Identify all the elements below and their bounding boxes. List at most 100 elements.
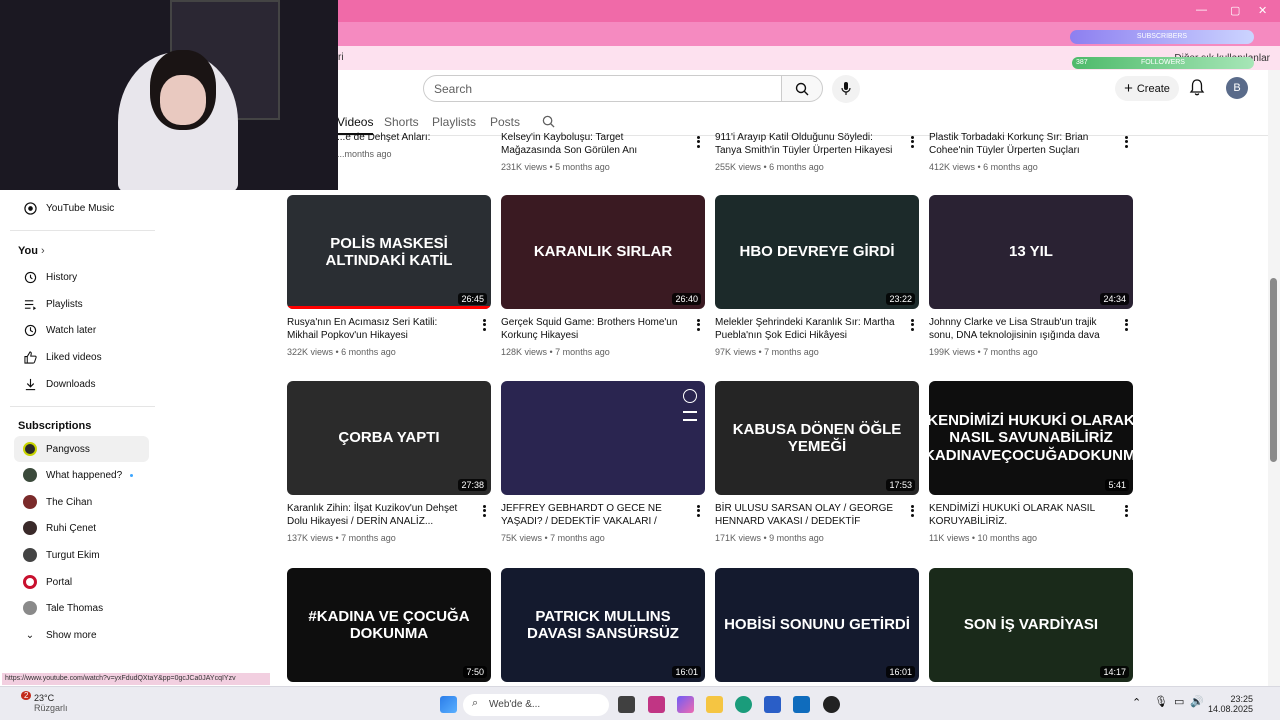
video-title[interactable]: BİR ULUSU SARSAN OLAY / GEORGE HENNARD V… bbox=[715, 502, 895, 528]
system-clock[interactable]: 23:25 14.08.2025 bbox=[1208, 694, 1253, 714]
chevron-up-icon[interactable]: ⌃ bbox=[1132, 696, 1141, 709]
sidebar-sub-the-cihan[interactable]: The Cihan bbox=[14, 489, 149, 515]
tab-shorts[interactable]: Shorts bbox=[384, 115, 419, 129]
more-options-icon[interactable] bbox=[909, 504, 915, 518]
video-title[interactable]: Johnny Clarke ve Lisa Straub'un trajik s… bbox=[929, 316, 1109, 342]
video-thumbnail[interactable] bbox=[501, 381, 705, 495]
close-icon[interactable]: ✕ bbox=[1258, 4, 1267, 17]
channel-search-icon[interactable] bbox=[542, 115, 555, 128]
maximize-icon[interactable]: ▢ bbox=[1230, 4, 1240, 17]
video-title[interactable]: 911'i Arayıp Katil Olduğunu Söyledi: Tan… bbox=[715, 131, 895, 157]
video-title[interactable]: Melekler Şehrindeki Karanlık Sır: Martha… bbox=[715, 316, 895, 342]
bookmark-item[interactable]: ri bbox=[338, 52, 344, 63]
video-title[interactable]: JEFFREY GEBHARDT O GECE NE YAŞADI? / DED… bbox=[501, 502, 681, 528]
more-options-icon[interactable] bbox=[1123, 135, 1129, 149]
sidebar-item-downloads[interactable]: Downloads bbox=[14, 371, 149, 397]
more-options-icon[interactable] bbox=[695, 504, 701, 518]
video-card[interactable]: JEFFREY GEBHARDT O GECE NE YAŞADI? / DED… bbox=[501, 381, 705, 543]
add-to-queue-icon[interactable] bbox=[683, 411, 697, 421]
more-options-icon[interactable] bbox=[1123, 504, 1129, 518]
task-view-icon[interactable] bbox=[618, 696, 635, 713]
scrollbar[interactable] bbox=[1268, 70, 1280, 686]
sidebar-item-watch-later[interactable]: Watch later bbox=[14, 317, 149, 343]
start-menu-icon[interactable] bbox=[440, 696, 457, 713]
sidebar-sub-turgut-ekim[interactable]: Turgut Ekim bbox=[14, 542, 149, 568]
video-card[interactable]: ...e de Dehşet Anları: Richard ...months… bbox=[287, 131, 487, 159]
video-thumbnail[interactable]: HOBİSİ SONUNU GETİRDİ 16:01 bbox=[715, 568, 919, 682]
video-thumbnail[interactable]: KENDİMİZİ HUKUKİ OLARAK NASIL SAVUNABİLİ… bbox=[929, 381, 1133, 495]
more-options-icon[interactable] bbox=[1123, 318, 1129, 332]
video-card[interactable]: PATRICK MULLINS DAVASI SANSÜRSÜZ 16:01 bbox=[501, 568, 705, 682]
video-card[interactable]: 13 YIL 24:34 Johnny Clarke ve Lisa Straub'… bbox=[929, 195, 1133, 357]
video-thumbnail[interactable]: HBO DEVREYE GİRDİ 23:22 bbox=[715, 195, 919, 309]
notifications-bell-icon[interactable] bbox=[1189, 79, 1205, 96]
video-card[interactable]: Plastik Torbadaki Korkunç Sır: Brian Coh… bbox=[929, 131, 1133, 172]
more-options-icon[interactable] bbox=[481, 318, 487, 332]
tab-playlists[interactable]: Playlists bbox=[432, 115, 476, 129]
video-title[interactable]: ...e de Dehşet Anları: Richard bbox=[287, 131, 467, 144]
video-thumbnail[interactable]: POLİS MASKESİ ALTINDAKİ KATİL 26:45 bbox=[287, 195, 491, 309]
video-card[interactable]: SON İŞ VARDİYASI 14:17 bbox=[929, 568, 1133, 682]
video-thumbnail[interactable]: KARANLIK SIRLAR 26:40 bbox=[501, 195, 705, 309]
sidebar-show-more[interactable]: ⌄ Show more bbox=[14, 622, 149, 648]
video-title[interactable]: Gerçek Squid Game: Brothers Home'un Kork… bbox=[501, 316, 681, 342]
sidebar-sub-tale-thomas[interactable]: Tale Thomas bbox=[14, 595, 149, 621]
video-card[interactable]: KARANLIK SIRLAR 26:40 Gerçek Squid Game: B… bbox=[501, 195, 705, 357]
video-card[interactable]: KENDİMİZİ HUKUKİ OLARAK NASIL SAVUNABİLİ… bbox=[929, 381, 1133, 543]
search-input[interactable]: Search bbox=[423, 75, 782, 102]
video-title[interactable]: Plastik Torbadaki Korkunç Sır: Brian Coh… bbox=[929, 131, 1109, 157]
scrollbar-thumb[interactable] bbox=[1270, 278, 1277, 462]
sidebar-sub-pangvoss[interactable]: Pangvoss bbox=[14, 436, 149, 462]
create-button[interactable]: + Create bbox=[1115, 76, 1179, 101]
more-options-icon[interactable] bbox=[695, 318, 701, 332]
video-title[interactable]: Kelsey'in Kayboluşu: Target Mağazasında … bbox=[501, 131, 681, 157]
sidebar-item-youtube-music[interactable]: YouTube Music bbox=[14, 195, 149, 221]
video-title[interactable]: Karanlık Zihin: İlşat Kuzikov'un Dehşet … bbox=[287, 502, 467, 528]
outlook-icon[interactable] bbox=[793, 696, 810, 713]
weather-widget[interactable]: 2 23°C Rüzgarlı bbox=[4, 691, 68, 713]
video-title[interactable]: KENDİMİZİ HUKUKİ OLARAK NASIL KORUYABİLİ… bbox=[929, 502, 1109, 528]
sidebar-sub-what-happened[interactable]: What happened? bbox=[14, 462, 149, 488]
watch-later-icon[interactable] bbox=[683, 389, 697, 403]
sidebar-item-playlists[interactable]: Playlists bbox=[14, 291, 149, 317]
video-card[interactable]: 911'i Arayıp Katil Olduğunu Söyledi: Tan… bbox=[715, 131, 919, 172]
video-title[interactable]: Rusya'nın En Acımasız Seri Katili: Mikha… bbox=[287, 316, 467, 342]
edge-icon[interactable] bbox=[735, 696, 752, 713]
video-thumbnail[interactable]: #KADINA VE ÇOCUĞA DOKUNMA 7:50 bbox=[287, 568, 491, 682]
video-card[interactable]: HBO DEVREYE GİRDİ 23:22 Melekler Şehrindek… bbox=[715, 195, 919, 357]
search-button[interactable] bbox=[781, 75, 823, 102]
voice-search-button[interactable] bbox=[832, 75, 860, 103]
video-card[interactable]: KABUSA DÖNEN ÖĞLE YEMEĞİ 17:53 BİR ULUSU S… bbox=[715, 381, 919, 543]
video-thumbnail[interactable]: KABUSA DÖNEN ÖĞLE YEMEĞİ 17:53 bbox=[715, 381, 919, 495]
taskbar-search[interactable]: ⌕ Web'de &... bbox=[463, 694, 609, 716]
obs-icon[interactable] bbox=[823, 696, 840, 713]
more-options-icon[interactable] bbox=[909, 135, 915, 149]
video-thumbnail[interactable]: SON İŞ VARDİYASI 14:17 bbox=[929, 568, 1133, 682]
video-card[interactable]: #KADINA VE ÇOCUĞA DOKUNMA 7:50 bbox=[287, 568, 491, 682]
mic-tray-icon[interactable]: 🎙 bbox=[1154, 695, 1168, 708]
network-icon[interactable]: ▭ bbox=[1174, 695, 1184, 708]
file-explorer-icon[interactable] bbox=[706, 696, 723, 713]
minimize-icon[interactable]: — bbox=[1196, 4, 1207, 16]
you-heading[interactable]: You › bbox=[18, 245, 45, 257]
video-thumbnail[interactable]: 13 YIL 24:34 bbox=[929, 195, 1133, 309]
video-card[interactable]: POLİS MASKESİ ALTINDAKİ KATİL 26:45 Rusya'… bbox=[287, 195, 491, 357]
tab-posts[interactable]: Posts bbox=[490, 115, 520, 129]
sidebar-sub-ruhi-cenet[interactable]: Ruhi Çenet bbox=[14, 515, 149, 541]
more-options-icon[interactable] bbox=[695, 135, 701, 149]
instagram-icon[interactable] bbox=[648, 696, 665, 713]
video-thumbnail[interactable]: PATRICK MULLINS DAVASI SANSÜRSÜZ 16:01 bbox=[501, 568, 705, 682]
sidebar-item-liked-videos[interactable]: Liked videos bbox=[14, 344, 149, 370]
video-card[interactable]: HOBİSİ SONUNU GETİRDİ 16:01 bbox=[715, 568, 919, 682]
copilot-icon[interactable] bbox=[677, 696, 694, 713]
video-card[interactable]: ÇORBA YAPTI 27:38 Karanlık Zihin: İlşat Ku… bbox=[287, 381, 491, 543]
store-icon[interactable] bbox=[764, 696, 781, 713]
video-card[interactable]: Kelsey'in Kayboluşu: Target Mağazasında … bbox=[501, 131, 705, 172]
volume-icon[interactable]: 🔊 bbox=[1190, 695, 1204, 708]
account-avatar[interactable]: B bbox=[1226, 77, 1248, 99]
more-options-icon[interactable] bbox=[909, 318, 915, 332]
sidebar-item-history[interactable]: History bbox=[14, 264, 149, 290]
video-thumbnail[interactable]: ÇORBA YAPTI 27:38 bbox=[287, 381, 491, 495]
more-options-icon[interactable] bbox=[481, 504, 487, 518]
sidebar-sub-portal[interactable]: Portal bbox=[14, 569, 149, 595]
